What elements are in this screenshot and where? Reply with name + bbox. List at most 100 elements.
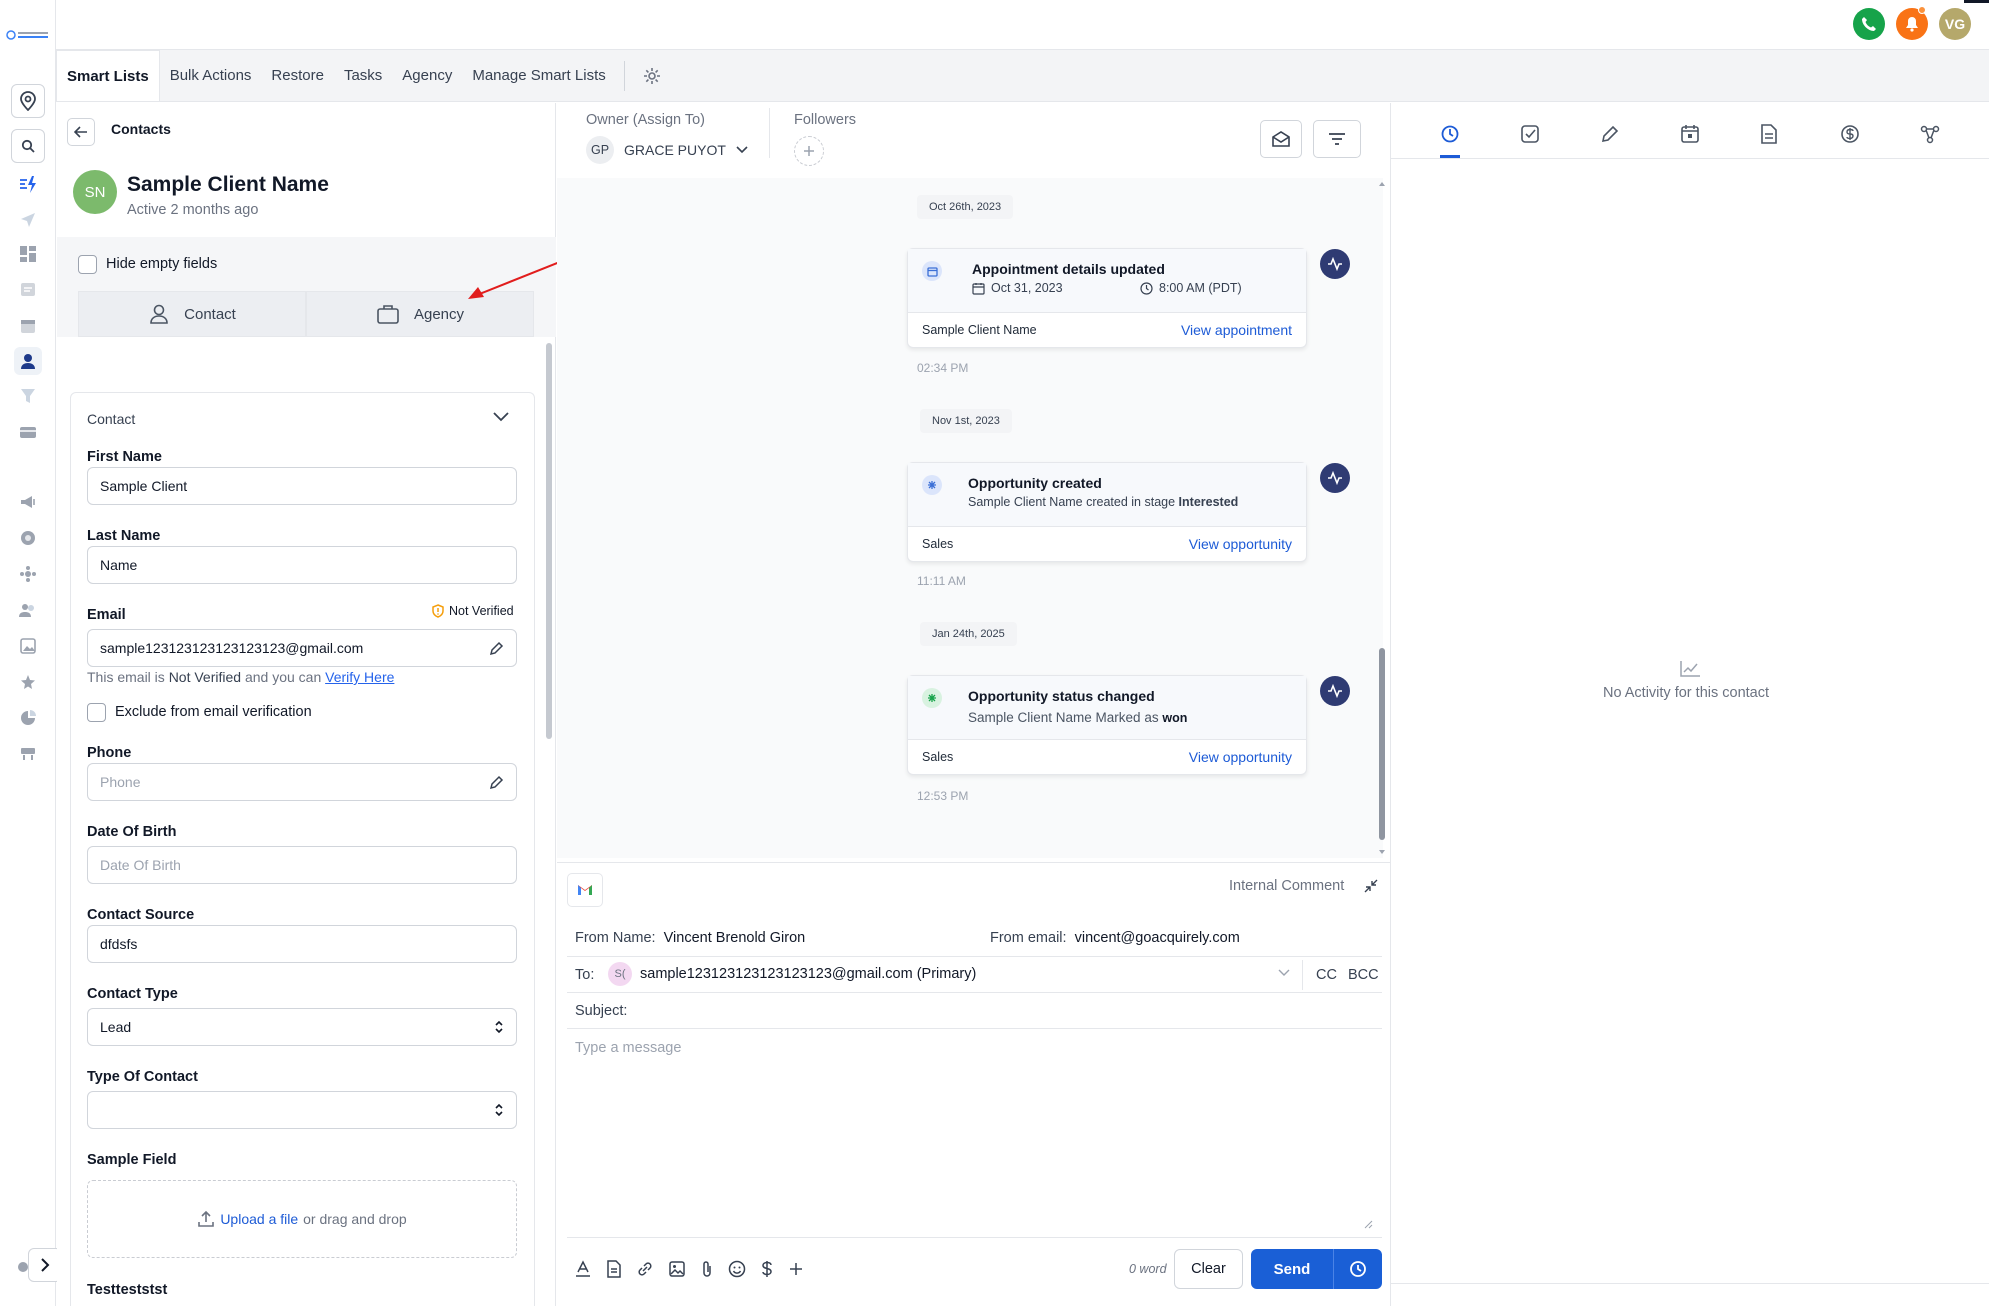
clear-button[interactable]: Clear xyxy=(1174,1249,1243,1289)
exclude-verification-checkbox[interactable] xyxy=(87,703,106,722)
type-of-contact-select[interactable] xyxy=(87,1091,517,1129)
cc-button[interactable]: CC xyxy=(1316,967,1337,983)
upload-file-link[interactable]: Upload a file xyxy=(220,1211,298,1227)
link-icon[interactable] xyxy=(636,1260,654,1278)
from-email-value[interactable]: vincent@goacquirely.com xyxy=(1075,930,1240,946)
text-format-icon[interactable] xyxy=(574,1260,592,1278)
recipient-avatar: S( xyxy=(608,962,632,986)
view-appointment-link[interactable]: View appointment xyxy=(1181,322,1292,338)
internal-comment-toggle[interactable]: Internal Comment xyxy=(1229,878,1344,894)
tab-restore[interactable]: Restore xyxy=(261,50,334,101)
mail-open-button[interactable] xyxy=(1260,120,1302,158)
memberships-icon[interactable] xyxy=(14,596,42,624)
search-icon[interactable] xyxy=(11,129,45,163)
opportunity-icon xyxy=(922,688,942,708)
reputation-icon[interactable] xyxy=(14,668,42,696)
payments-icon[interactable] xyxy=(14,418,42,446)
contact-type-label: Contact Type xyxy=(87,986,178,1002)
contact-type-select[interactable]: Lead xyxy=(87,1008,517,1046)
send-button[interactable]: Send xyxy=(1251,1249,1333,1289)
resize-handle-icon[interactable] xyxy=(1364,1220,1373,1229)
breadcrumb[interactable]: Contacts xyxy=(111,121,171,137)
first-name-field[interactable]: Sample Client xyxy=(87,467,517,505)
send-icon[interactable] xyxy=(14,206,42,234)
email-verification-note: This email is Not Verified and you can V… xyxy=(87,669,395,685)
app-logo xyxy=(6,28,50,40)
chart-line-icon xyxy=(1679,660,1701,678)
automation-icon[interactable] xyxy=(14,524,42,552)
sample-field-label: Sample Field xyxy=(87,1152,177,1168)
reporting-icon[interactable] xyxy=(14,704,42,732)
calendar-small-icon xyxy=(972,282,985,295)
launchpad-icon[interactable] xyxy=(14,170,42,198)
channel-gmail-button[interactable] xyxy=(567,873,603,907)
location-pin-icon[interactable] xyxy=(11,84,45,118)
opportunities-icon[interactable] xyxy=(14,382,42,410)
tab-manage-smart-lists[interactable]: Manage Smart Lists xyxy=(462,50,615,101)
tab-bulk-actions[interactable]: Bulk Actions xyxy=(160,50,262,101)
view-opportunity-link[interactable]: View opportunity xyxy=(1189,536,1292,552)
email-field[interactable]: sample123123123123123123@gmail.com xyxy=(87,629,517,667)
documents-icon[interactable] xyxy=(1760,124,1778,144)
last-name-field[interactable]: Name xyxy=(87,546,517,584)
bcc-button[interactable]: BCC xyxy=(1348,967,1379,983)
activity-footer-label: Sales xyxy=(922,750,954,764)
tab-smart-lists[interactable]: Smart Lists xyxy=(56,50,160,101)
edit-pencil-icon[interactable] xyxy=(489,641,504,656)
view-opportunity-link[interactable]: View opportunity xyxy=(1189,749,1292,765)
notes-pencil-icon[interactable] xyxy=(1600,124,1620,144)
from-email-label: From email: vincent@goacquirely.com xyxy=(990,930,1240,946)
hide-empty-checkbox[interactable] xyxy=(78,255,97,274)
dashboard-icon[interactable] xyxy=(14,240,42,268)
calendar-icon[interactable] xyxy=(14,312,42,340)
message-composer xyxy=(557,862,1390,1306)
verify-here-link[interactable]: Verify Here xyxy=(325,669,394,685)
payments-dollar-icon[interactable] xyxy=(1840,124,1860,144)
composer-divider xyxy=(567,992,1382,993)
chevron-down-icon[interactable] xyxy=(1278,969,1290,977)
media-icon[interactable] xyxy=(14,632,42,660)
panel-scrollbar[interactable] xyxy=(546,343,552,739)
attachment-icon[interactable] xyxy=(700,1260,714,1278)
sites-icon[interactable] xyxy=(14,560,42,588)
image-icon[interactable] xyxy=(668,1260,686,1278)
phone-call-icon[interactable] xyxy=(1853,8,1885,40)
tasks-check-icon[interactable] xyxy=(1520,124,1540,144)
app-marketplace-icon[interactable] xyxy=(14,740,42,768)
document-template-icon[interactable] xyxy=(606,1260,622,1278)
back-button[interactable] xyxy=(67,118,95,146)
from-name-value[interactable]: Vincent Brenold Giron xyxy=(664,930,806,946)
phone-field[interactable]: Phone xyxy=(87,763,517,801)
dollar-icon[interactable] xyxy=(760,1260,774,1278)
owner-select[interactable]: GP GRACE PUYOT xyxy=(586,136,748,164)
appointments-calendar-icon[interactable] xyxy=(1680,124,1700,144)
marketing-icon[interactable] xyxy=(14,488,42,516)
filter-button[interactable] xyxy=(1313,120,1361,158)
tab-tasks[interactable]: Tasks xyxy=(334,50,392,101)
message-textarea[interactable]: Type a message xyxy=(575,1040,681,1056)
workflow-nodes-icon[interactable] xyxy=(1920,124,1940,144)
collapse-icon[interactable] xyxy=(1364,879,1378,893)
chevron-down-icon[interactable] xyxy=(493,412,509,422)
schedule-send-button[interactable] xyxy=(1334,1249,1382,1289)
type-of-contact-label: Type Of Contact xyxy=(87,1069,198,1085)
file-upload-dropzone[interactable]: Upload a file or drag and drop xyxy=(87,1180,517,1258)
contact-source-field[interactable]: dfdsfs xyxy=(87,925,517,963)
user-avatar[interactable]: VG xyxy=(1939,8,1971,40)
settings-gear-icon[interactable] xyxy=(633,50,671,101)
date-of-birth-field[interactable]: Date Of Birth xyxy=(87,846,517,884)
activity-title: Opportunity status changed xyxy=(968,688,1155,704)
contacts-icon[interactable] xyxy=(14,347,42,375)
warning-shield-icon xyxy=(432,604,444,618)
conversations-icon[interactable] xyxy=(14,276,42,304)
edit-pencil-icon[interactable] xyxy=(489,775,504,790)
tab-agency[interactable]: Agency xyxy=(392,50,462,101)
add-follower-button[interactable] xyxy=(794,136,824,166)
activity-history-icon[interactable] xyxy=(1440,124,1460,144)
phone-label: Phone xyxy=(87,745,132,761)
plus-icon[interactable] xyxy=(788,1261,804,1277)
to-label: To: xyxy=(575,967,595,983)
to-recipient[interactable]: sample123123123123123123@gmail.com (Prim… xyxy=(640,966,976,982)
tab-contact[interactable]: Contact xyxy=(78,291,306,337)
emoji-icon[interactable] xyxy=(728,1260,746,1278)
